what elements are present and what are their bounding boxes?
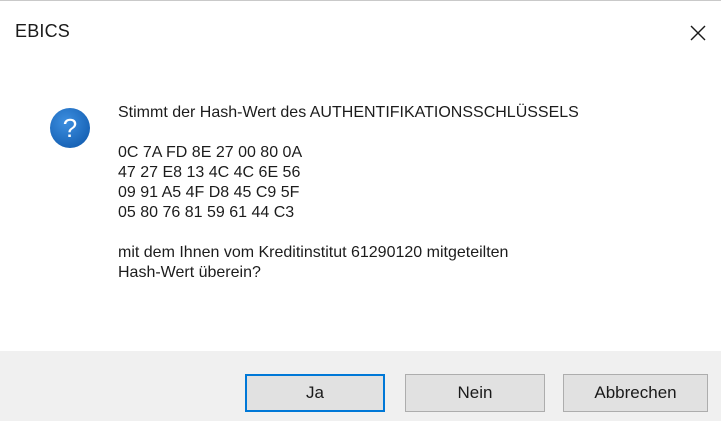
yes-button[interactable]: Ja	[245, 374, 385, 412]
svg-text:?: ?	[63, 113, 77, 143]
hash-line: 09 91 A5 4F D8 45 C9 5F	[118, 184, 300, 201]
question-icon: ?	[50, 108, 90, 148]
message-text: Stimmt der Hash-Wert des AUTHENTIFIKATIO…	[118, 103, 708, 283]
message-intro: Stimmt der Hash-Wert des AUTHENTIFIKATIO…	[118, 104, 579, 121]
title-bar: EBICS	[0, 1, 721, 63]
dialog-content: ? Stimmt der Hash-Wert des AUTHENTIFIKAT…	[0, 63, 721, 351]
button-bar: Ja Nein Abbrechen	[0, 351, 721, 421]
hash-line: 47 27 E8 13 4C 4C 6E 56	[118, 164, 301, 181]
window-title: EBICS	[15, 21, 71, 41]
message-outro-line-1: mit dem Ihnen vom Kreditinstitut 6129012…	[118, 244, 509, 261]
hash-line: 0C 7A FD 8E 27 00 80 0A	[118, 144, 303, 161]
close-button[interactable]	[675, 11, 721, 55]
message-outro-line-2: Hash-Wert überein?	[118, 264, 261, 281]
close-icon	[690, 25, 706, 41]
no-button[interactable]: Nein	[405, 374, 545, 412]
hash-line: 05 80 76 81 59 61 44 C3	[118, 204, 295, 221]
hash-value: 0C 7A FD 8E 27 00 80 0A 47 27 E8 13 4C 4…	[118, 143, 708, 223]
ebics-dialog: EBICS ? Stimmt der Hash-Wert des AUTHENT…	[0, 0, 721, 421]
cancel-button[interactable]: Abbrechen	[563, 374, 708, 412]
message-outro: mit dem Ihnen vom Kreditinstitut 6129012…	[118, 243, 708, 283]
